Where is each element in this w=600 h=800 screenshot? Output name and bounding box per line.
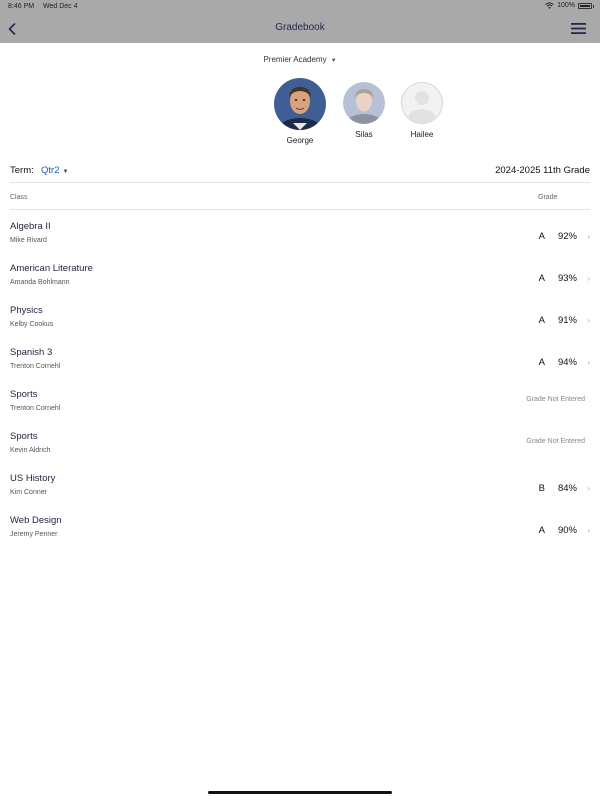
class-name: Web Design xyxy=(10,515,62,526)
school-year-grade: 2024-2025 11th Grade xyxy=(495,165,590,176)
school-selector[interactable]: Premier Academy ▼ xyxy=(0,55,600,64)
teacher-name: Jeremy Penner xyxy=(10,531,58,538)
class-name: American Literature xyxy=(10,263,93,274)
chevron-right-icon: › xyxy=(587,526,590,535)
percent-grade: 93% xyxy=(557,273,577,284)
student-name: George xyxy=(286,136,314,145)
caret-down-icon: ▼ xyxy=(330,58,337,64)
class-row[interactable]: US History Kim Conner B 84% › xyxy=(10,473,590,515)
class-row[interactable]: Web Design Jeremy Penner A 90% › xyxy=(10,515,590,557)
status-time: 8:46 PM xyxy=(8,3,35,10)
class-row[interactable]: American Literature Amanda Bohlmann A 93… xyxy=(10,263,590,305)
status-date: Wed Dec 4 xyxy=(43,3,78,10)
column-header-grade: Grade xyxy=(538,194,558,201)
top-bar: 8:46 PM Wed Dec 4 100% Gradebook xyxy=(0,0,600,43)
teacher-name: Kelby Cookus xyxy=(10,321,54,328)
divider xyxy=(10,182,590,183)
battery-percent: 100% xyxy=(557,2,575,9)
chevron-right-icon: › xyxy=(587,274,590,283)
class-name: Physics xyxy=(10,305,43,316)
battery-icon xyxy=(578,2,594,9)
school-name: Premier Academy xyxy=(263,55,327,64)
chevron-right-icon: › xyxy=(587,358,590,367)
grade-status: Grade Not Entered xyxy=(526,438,585,445)
letter-grade: B xyxy=(538,483,545,494)
class-row: Sports Trenton Cornehl Grade Not Entered xyxy=(10,389,590,431)
term-row: Term: Qtr2 ▼ 2024-2025 11th Grade xyxy=(10,165,590,181)
teacher-name: Kevin Aldrich xyxy=(10,447,51,454)
percent-grade: 91% xyxy=(557,315,577,326)
class-row[interactable]: Spanish 3 Trenton Cornehl A 94% › xyxy=(10,347,590,389)
term-selector[interactable]: Qtr2 ▼ xyxy=(41,165,68,176)
teacher-name: Kim Conner xyxy=(10,489,47,496)
hamburger-menu-icon xyxy=(571,23,586,34)
student-photo-image xyxy=(343,82,385,124)
caret-down-icon: ▼ xyxy=(62,169,69,175)
column-header-class: Class xyxy=(10,194,28,201)
chevron-right-icon: › xyxy=(587,484,590,493)
wifi-icon xyxy=(545,2,554,9)
student-name: Hailee xyxy=(410,130,434,139)
person-placeholder-icon xyxy=(408,91,436,123)
class-name: US History xyxy=(10,473,56,484)
class-row: Sports Kevin Aldrich Grade Not Entered xyxy=(10,431,590,473)
class-name: Spanish 3 xyxy=(10,347,53,358)
page-title: Gradebook xyxy=(275,22,325,33)
percent-grade: 92% xyxy=(557,231,577,242)
class-row[interactable]: Physics Kelby Cookus A 91% › xyxy=(10,305,590,347)
letter-grade: A xyxy=(538,357,545,368)
teacher-name: Trenton Cornehl xyxy=(10,405,61,412)
student-photo xyxy=(343,82,385,124)
student-silas[interactable]: Silas xyxy=(341,82,387,139)
letter-grade: A xyxy=(538,231,545,242)
term-value: Qtr2 xyxy=(41,165,60,176)
term-label: Term: xyxy=(10,165,34,176)
chevron-right-icon: › xyxy=(587,316,590,325)
teacher-name: Trenton Cornehl xyxy=(10,363,61,370)
chevron-right-icon: › xyxy=(587,232,590,241)
student-george[interactable]: George xyxy=(272,78,328,145)
class-name: Sports xyxy=(10,389,38,400)
class-row[interactable]: Algebra II Mike Rivard A 92% › xyxy=(10,221,590,263)
home-indicator[interactable] xyxy=(208,791,392,794)
teacher-name: Amanda Bohlmann xyxy=(10,279,70,286)
student-photo xyxy=(274,78,326,130)
divider xyxy=(10,209,590,210)
student-photo-image xyxy=(274,78,326,130)
student-hailee[interactable]: Hailee xyxy=(399,82,445,139)
percent-grade: 84% xyxy=(557,483,577,494)
grade-status: Grade Not Entered xyxy=(526,396,585,403)
status-indicators: 100% xyxy=(545,2,594,9)
class-name: Algebra II xyxy=(10,221,51,232)
student-photo xyxy=(401,82,443,124)
letter-grade: A xyxy=(538,273,545,284)
teacher-name: Mike Rivard xyxy=(10,237,47,244)
class-name: Sports xyxy=(10,431,38,442)
letter-grade: A xyxy=(538,525,545,536)
menu-button[interactable] xyxy=(571,22,586,35)
student-name: Silas xyxy=(355,130,373,139)
percent-grade: 90% xyxy=(557,525,577,536)
letter-grade: A xyxy=(538,315,545,326)
percent-grade: 94% xyxy=(557,357,577,368)
